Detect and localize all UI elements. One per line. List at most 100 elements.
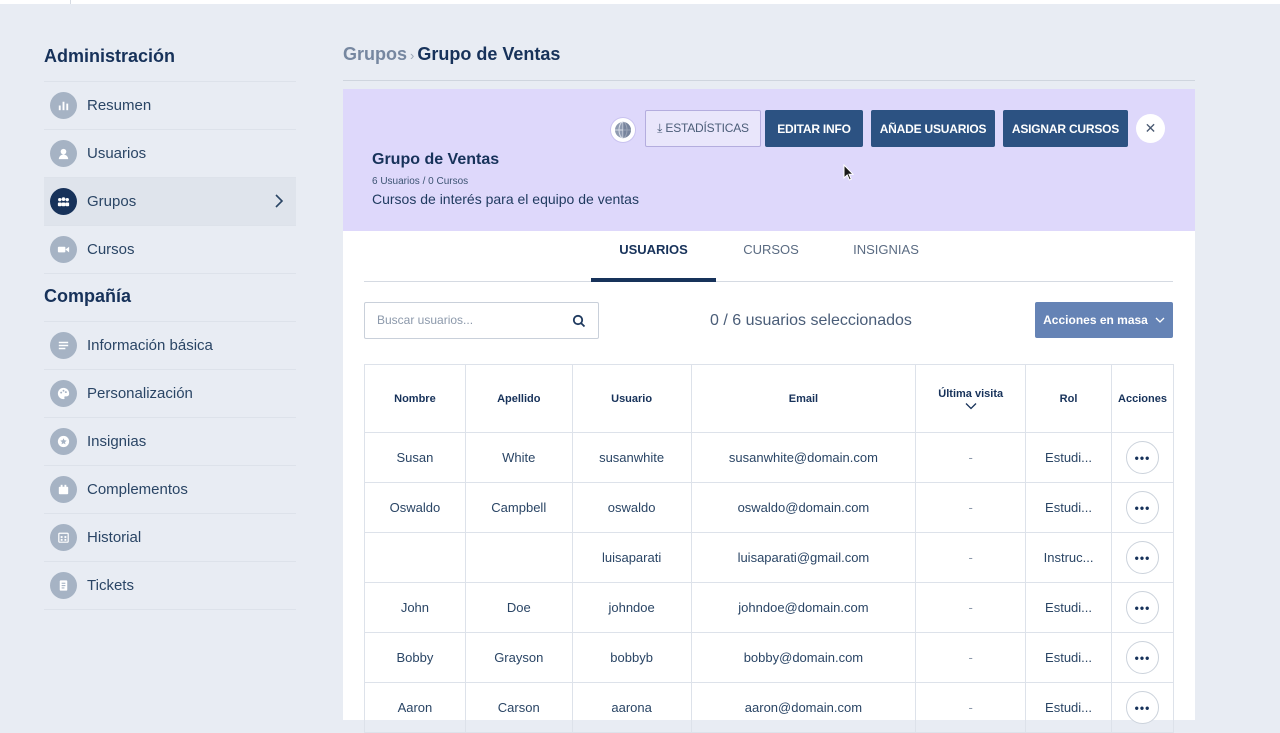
header-nombre[interactable]: Nombre — [364, 364, 466, 433]
cell-username: bobbyb — [571, 632, 692, 683]
table-row: Susan White susanwhite susanwhite@domain… — [364, 432, 1175, 483]
cell-first-name — [364, 532, 466, 583]
top-bar-tick — [70, 0, 71, 4]
cell-last-visit: - — [915, 682, 1027, 733]
header-ultima-visita-label: Última visita — [938, 387, 1004, 400]
cell-role: Estudi... — [1025, 682, 1112, 733]
cell-actions: ••• — [1110, 582, 1175, 633]
close-button[interactable]: ✕ — [1136, 114, 1165, 143]
cell-last-name: Grayson — [464, 632, 573, 683]
cell-email: johndoe@domain.com — [690, 582, 917, 633]
globe-icon[interactable] — [611, 118, 635, 142]
user-icon — [50, 140, 77, 167]
group-title: Grupo de Ventas — [372, 151, 500, 168]
sidebar-item-cursos[interactable]: Cursos — [44, 226, 296, 274]
group-description: Cursos de interés para el equipo de vent… — [372, 191, 639, 207]
cell-last-visit: - — [915, 532, 1027, 583]
search-box — [364, 302, 599, 339]
cell-email: bobby@domain.com — [690, 632, 917, 683]
group-icon — [50, 188, 77, 215]
cell-role: Estudi... — [1025, 632, 1112, 683]
table-row: Aaron Carson aarona aaron@domain.com - E… — [364, 682, 1175, 733]
row-more-button[interactable]: ••• — [1125, 541, 1159, 574]
sidebar-heading-company: Compañía — [44, 274, 296, 322]
cell-actions: ••• — [1110, 532, 1175, 583]
statistics-download-button[interactable]: ⤓ ESTADÍSTICAS — [645, 110, 761, 147]
edit-info-button[interactable]: EDITAR INFO — [765, 110, 863, 147]
header-rol[interactable]: Rol — [1025, 364, 1112, 433]
header-email[interactable]: Email — [690, 364, 917, 433]
top-bar — [0, 0, 1280, 4]
calendar-icon — [50, 524, 77, 551]
cell-first-name: Susan — [364, 432, 466, 483]
sidebar-item-label: Grupos — [87, 193, 137, 210]
cell-actions: ••• — [1110, 682, 1175, 733]
add-users-button[interactable]: AÑADE USUARIOS — [871, 110, 995, 147]
cell-first-name: Oswaldo — [364, 482, 466, 533]
group-header: Grupo de Ventas 6 Usuarios / 0 Cursos Cu… — [343, 89, 1195, 231]
table-row: luisaparati luisaparati@gmail.com - Inst… — [364, 532, 1175, 583]
sidebar-item-resumen[interactable]: Resumen — [44, 82, 296, 130]
sidebar-item-label: Historial — [87, 529, 142, 546]
cell-role: Instruc... — [1025, 532, 1112, 583]
header-usuario[interactable]: Usuario — [571, 364, 692, 433]
table-header-row: Nombre Apellido Usuario Email Última vis… — [364, 364, 1175, 433]
ticket-icon — [50, 572, 77, 599]
table-row: Oswaldo Campbell oswaldo oswaldo@domain.… — [364, 482, 1175, 533]
header-apellido[interactable]: Apellido — [464, 364, 573, 433]
sidebar-item-grupos[interactable]: Grupos — [44, 178, 296, 226]
cell-email: aaron@domain.com — [690, 682, 917, 733]
row-more-button[interactable]: ••• — [1125, 491, 1159, 524]
assign-courses-button[interactable]: ASIGNAR CURSOS — [1003, 110, 1128, 147]
header-ultima-visita[interactable]: Última visita — [915, 364, 1027, 433]
selection-count: 0 / 6 usuarios seleccionados — [710, 312, 912, 329]
users-table: Nombre Apellido Usuario Email Última vis… — [364, 364, 1175, 733]
sidebar-item-complementos[interactable]: Complementos — [44, 466, 296, 514]
search-input[interactable] — [375, 312, 565, 328]
tab-insignias[interactable]: INSIGNIAS — [848, 231, 924, 282]
tab-usuarios[interactable]: USUARIOS — [591, 231, 716, 282]
video-icon — [50, 236, 77, 263]
cell-first-name: John — [364, 582, 466, 633]
bulk-actions-dropdown[interactable]: Acciones en masa — [1035, 302, 1173, 338]
cell-last-visit: - — [915, 432, 1027, 483]
list-icon — [50, 332, 77, 359]
sidebar-item-label: Insignias — [87, 433, 147, 450]
sidebar-item-label: Usuarios — [87, 145, 147, 162]
search-icon[interactable] — [572, 314, 586, 328]
sidebar-item-usuarios[interactable]: Usuarios — [44, 130, 296, 178]
table-row: Bobby Grayson bobbyb bobby@domain.com - … — [364, 632, 1175, 683]
breadcrumb: Grupos › Grupo de Ventas — [343, 44, 1195, 81]
sidebar-item-informacion-basica[interactable]: Información básica — [44, 322, 296, 370]
row-more-button[interactable]: ••• — [1125, 691, 1159, 724]
sidebar-item-label: Información básica — [87, 337, 213, 354]
sidebar-item-personalizacion[interactable]: Personalización — [44, 370, 296, 418]
chevron-down-icon — [1155, 317, 1165, 323]
chart-icon — [50, 92, 77, 119]
breadcrumb-parent-link[interactable]: Grupos — [343, 44, 407, 64]
tab-bar: USUARIOS CURSOS INSIGNIAS — [364, 231, 1173, 282]
cell-last-visit: - — [915, 582, 1027, 633]
cell-username: johndoe — [571, 582, 692, 633]
bulk-actions-label: Acciones en masa — [1043, 313, 1148, 327]
sidebar-item-insignias[interactable]: Insignias — [44, 418, 296, 466]
tab-cursos[interactable]: CURSOS — [739, 231, 803, 282]
breadcrumb-separator: › — [410, 48, 415, 63]
sidebar-item-label: Complementos — [87, 481, 188, 498]
sidebar-item-historial[interactable]: Historial — [44, 514, 296, 562]
cell-username: aarona — [571, 682, 692, 733]
sidebar-item-tickets[interactable]: Tickets — [44, 562, 296, 610]
cell-last-visit: - — [915, 632, 1027, 683]
group-meta: 6 Usuarios / 0 Cursos — [372, 176, 469, 187]
cell-first-name: Bobby — [364, 632, 466, 683]
plugin-icon — [50, 476, 77, 503]
cell-username: susanwhite — [571, 432, 692, 483]
cell-role: Estudi... — [1025, 482, 1112, 533]
sidebar: Administración Resumen Usuarios Grupos C… — [44, 40, 296, 610]
row-more-button[interactable]: ••• — [1125, 641, 1159, 674]
cell-last-name: Campbell — [464, 482, 573, 533]
cell-last-name: Carson — [464, 682, 573, 733]
breadcrumb-current: Grupo de Ventas — [417, 44, 561, 64]
row-more-button[interactable]: ••• — [1125, 591, 1159, 624]
row-more-button[interactable]: ••• — [1125, 441, 1159, 474]
